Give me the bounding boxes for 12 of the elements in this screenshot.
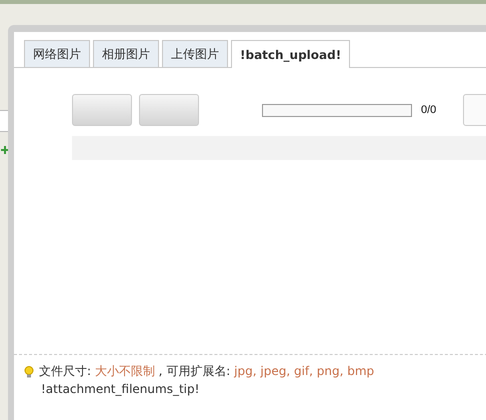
file-count: 0/0: [421, 104, 436, 116]
lightbulb-icon: [24, 366, 34, 378]
action-button[interactable]: [463, 94, 486, 126]
file-size-tip: 文件尺寸: 大小不限制 , 可用扩展名: jpg, jpeg, gif, png, bmp: [39, 363, 374, 380]
upload-button[interactable]: [139, 94, 199, 126]
browse-button[interactable]: [72, 94, 132, 126]
tab[interactable]: !batch_upload!: [231, 40, 350, 68]
tab[interactable]: 相册图片: [93, 40, 159, 67]
plus-icon: [1, 146, 9, 154]
tab[interactable]: 网络图片: [24, 40, 90, 67]
file-count-tip: !attachment_filenums_tip!: [40, 382, 200, 396]
tab[interactable]: 上传图片: [162, 40, 228, 67]
